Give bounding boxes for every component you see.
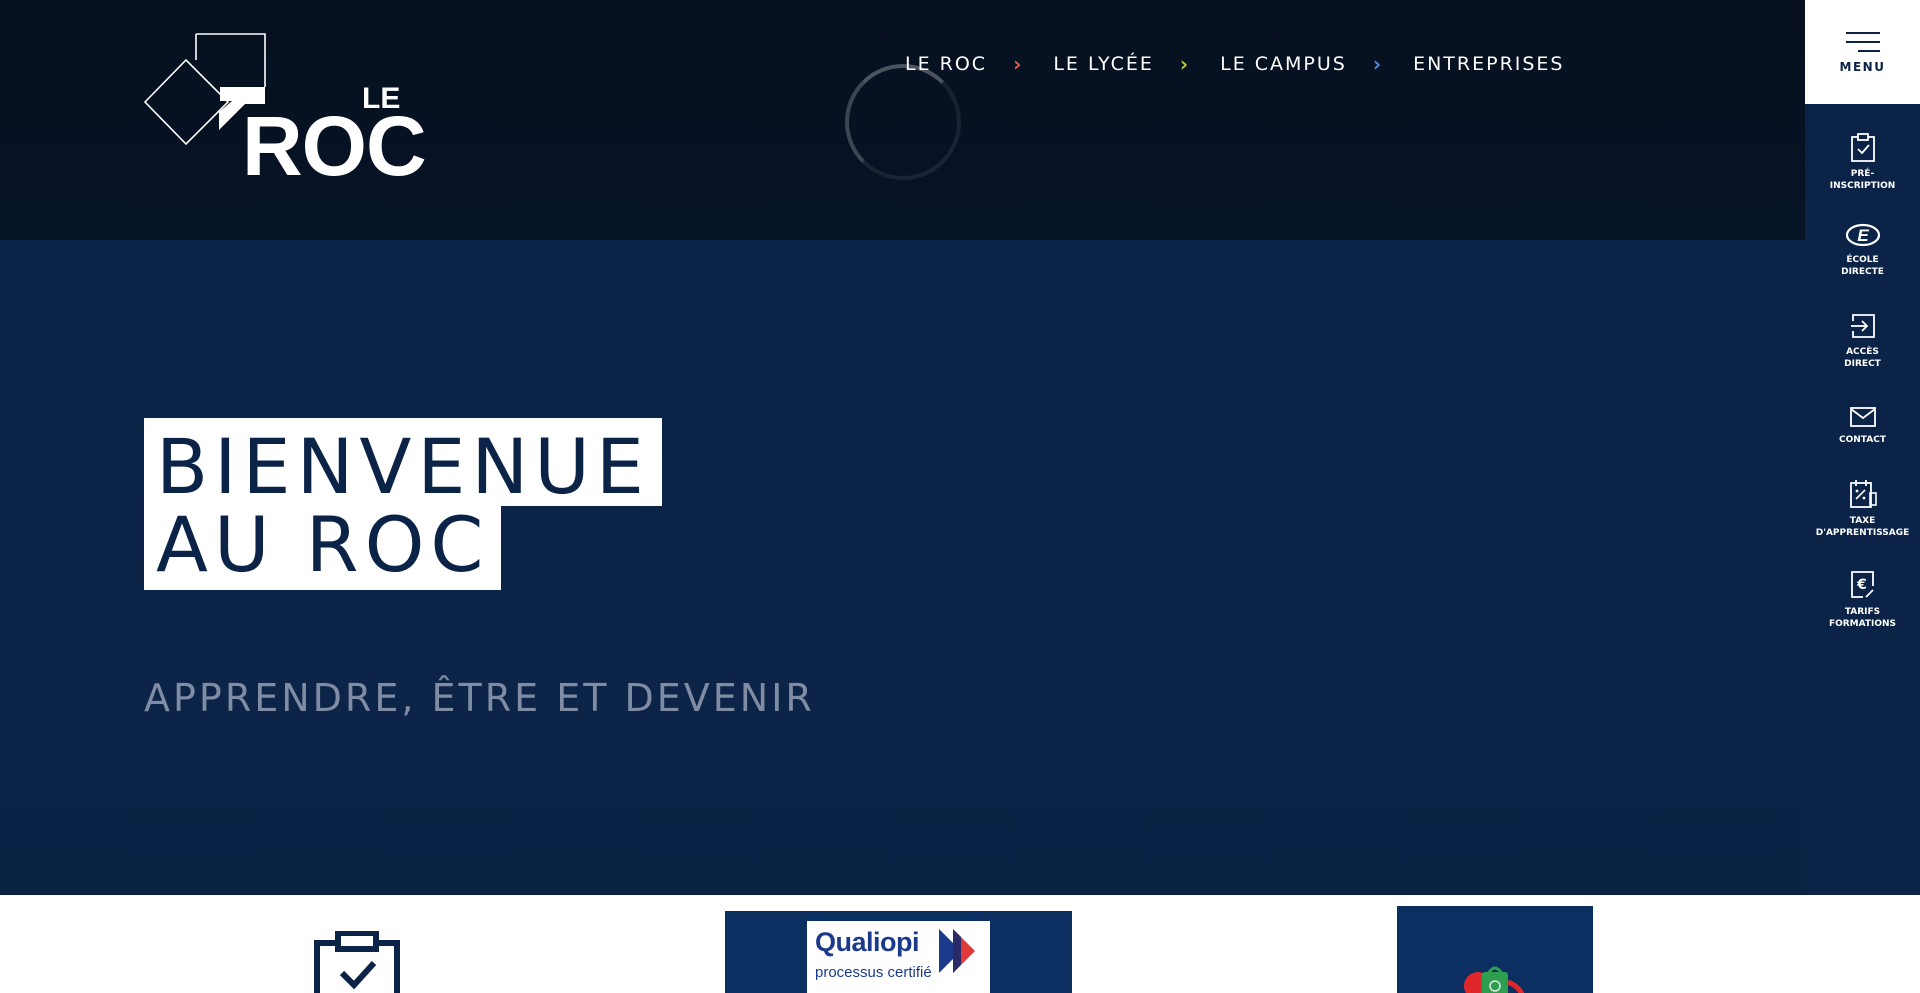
menu-label: MENU: [1839, 60, 1886, 74]
login-arrow-icon: [1850, 314, 1875, 338]
sidebar-label: ÉCOLE DIRECTE: [1841, 255, 1884, 277]
ecole-directe-icon: E: [1845, 223, 1880, 247]
nav-label: ENTREPRISES: [1413, 53, 1565, 75]
euro-document-icon: €: [1850, 571, 1874, 598]
hero-title-line-2: AU ROC: [144, 506, 502, 590]
svg-text:E: E: [1857, 226, 1869, 245]
hero-title: BIENVENUE AU ROC: [144, 418, 662, 590]
shopping-bag-icon: [1464, 966, 1525, 993]
qualiopi-name: Qualiopi: [815, 927, 920, 957]
sidebar-item-ecole-directe[interactable]: E ÉCOLE DIRECTE: [1805, 222, 1920, 278]
sidebar-item-tarifs-formations[interactable]: € TARIFS FORMATIONS: [1805, 570, 1920, 630]
qualiopi-arrows-icon: [939, 929, 975, 973]
main-nav: LE ROC › LE LYCÉE › LE CAMPUS › ENTREPRI…: [905, 52, 1565, 76]
sidebar-label: CONTACT: [1839, 435, 1886, 445]
quick-access-sidebar: PRÉ- INSCRIPTION E ÉCOLE DIRECTE ACCÈS DIRE…: [1805, 104, 1920, 895]
svg-text:€: €: [1856, 577, 1867, 593]
site-header: LE ROC LE ROC › LE LYCÉE › LE CAMPUS › E…: [0, 0, 1805, 240]
loading-spinner: [845, 64, 961, 180]
sidebar-item-taxe-apprentissage[interactable]: TAXE D'APPRENTISSAGE: [1805, 479, 1920, 539]
chevron-right-icon: ›: [1179, 52, 1191, 76]
hero-title-line-1: BIENVENUE: [144, 418, 662, 506]
sidebar-item-acces-direct[interactable]: ACCÈS DIRECT: [1805, 312, 1920, 370]
sidebar-label: TARIFS FORMATIONS: [1828, 607, 1897, 629]
qualiopi-subtitle: processus certifié: [815, 964, 932, 981]
chevron-right-icon: ›: [1013, 52, 1024, 76]
nav-label: LE ROC: [905, 53, 988, 75]
partner-banner[interactable]: [1397, 906, 1593, 993]
nav-item-le-roc[interactable]: LE ROC ›: [905, 52, 1053, 76]
logo-text-roc: ROC: [242, 99, 427, 193]
nav-item-le-lycee[interactable]: LE LYCÉE ›: [1053, 52, 1220, 76]
qualiopi-logo: Qualiopi processus certifié: [807, 921, 990, 993]
clipboard-check-icon: [1850, 133, 1875, 162]
chevron-right-icon: ›: [1372, 52, 1384, 76]
sidebar-label: TAXE D'APPRENTISSAGE: [1815, 516, 1910, 538]
hero-subtitle: APPRENDRE, ÊTRE ET DEVENIR: [144, 676, 815, 720]
nav-label: LE LYCÉE: [1053, 53, 1154, 75]
nav-label: LE CAMPUS: [1220, 53, 1347, 75]
menu-button[interactable]: MENU: [1805, 0, 1920, 104]
hamburger-icon: [1845, 32, 1880, 52]
tax-document-icon: [1849, 480, 1877, 508]
sidebar-label: ACCÈS DIRECT: [1844, 347, 1881, 369]
clipboard-check-icon[interactable]: [314, 931, 400, 993]
hero-section: BIENVENUE AU ROC APPRENDRE, ÊTRE ET DEVE…: [0, 240, 1805, 895]
envelope-icon: [1849, 407, 1876, 427]
sidebar-item-preinscription[interactable]: PRÉ- INSCRIPTION: [1805, 132, 1920, 192]
nav-item-le-campus[interactable]: LE CAMPUS ›: [1220, 52, 1413, 76]
sidebar-label: PRÉ- INSCRIPTION: [1829, 169, 1896, 191]
sidebar-item-contact[interactable]: CONTACT: [1805, 406, 1920, 446]
nav-item-entreprises[interactable]: ENTREPRISES: [1413, 53, 1564, 75]
